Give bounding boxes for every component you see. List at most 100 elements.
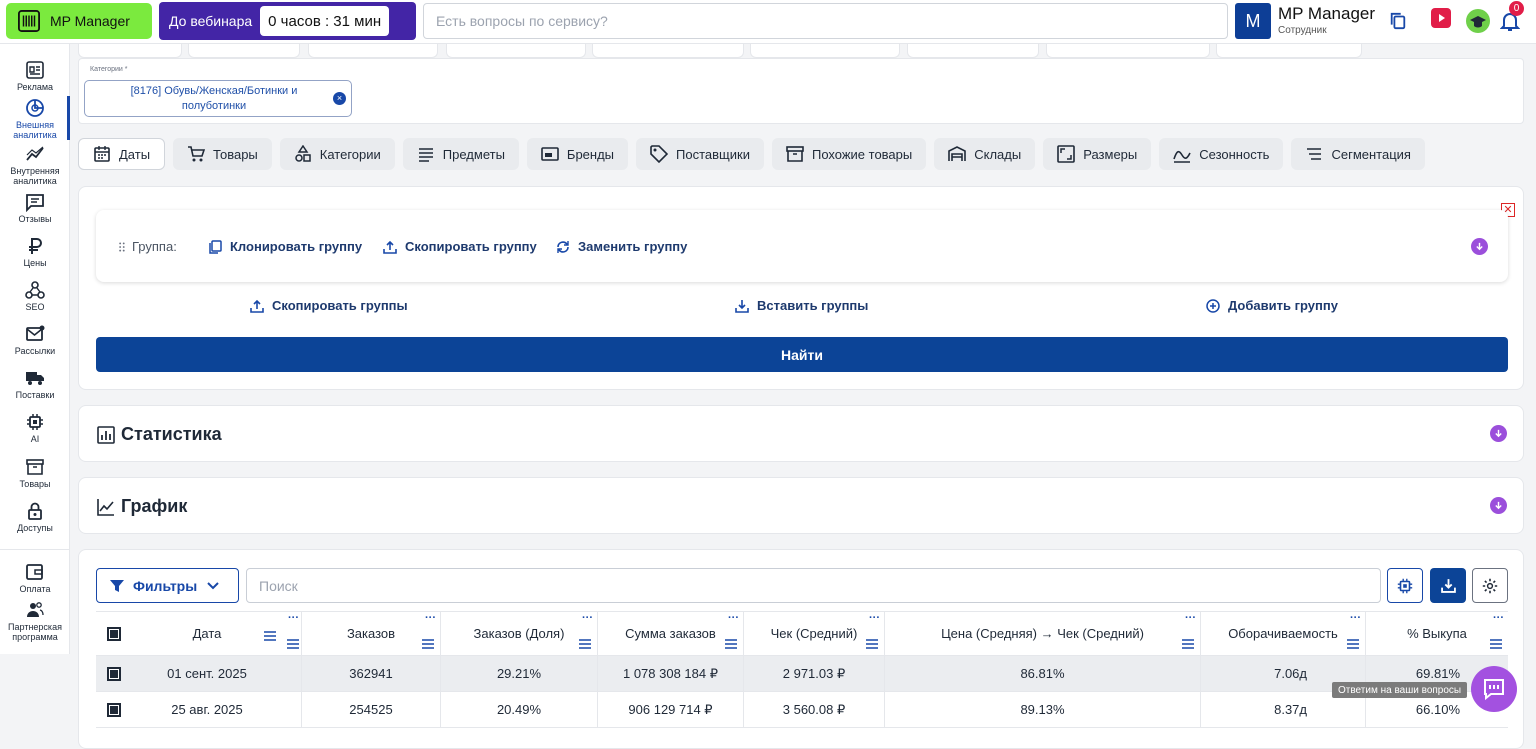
- menu-icon[interactable]: [1182, 639, 1194, 649]
- add-group-button[interactable]: Добавить группу: [1206, 298, 1338, 313]
- tab-suppliers[interactable]: Поставщики: [636, 138, 764, 170]
- video-icon[interactable]: [1430, 7, 1452, 29]
- table-row[interactable]: 25 авг. 2025 254525 20.49% 906 129 714 ₽…: [96, 692, 1508, 728]
- column-header-orders-sum[interactable]: Сумма заказов ···: [598, 612, 744, 655]
- help-search-input[interactable]: Есть вопросы по сервису?: [423, 3, 1228, 39]
- column-header-orders[interactable]: Заказов ···: [302, 612, 441, 655]
- tab-categories[interactable]: Категории: [279, 138, 395, 170]
- settings-button[interactable]: [1472, 568, 1508, 603]
- internal-analytics-icon: [26, 146, 44, 161]
- more-icon[interactable]: ···: [1350, 613, 1361, 624]
- menu-icon[interactable]: [579, 639, 591, 649]
- column-header-price-to-check[interactable]: Цена (Средняя) → Чек (Средний) ···: [885, 612, 1201, 655]
- menu-icon[interactable]: [264, 631, 276, 641]
- hidden-tab[interactable]: [188, 44, 300, 58]
- column-header-avg-check[interactable]: Чек (Средний) ···: [744, 612, 885, 655]
- cell-avg-check: 3 560.08 ₽: [744, 692, 885, 727]
- tab-label: Бренды: [566, 146, 615, 162]
- menu-icon[interactable]: [725, 639, 737, 649]
- sidebar-item-access[interactable]: Доступы: [0, 501, 70, 533]
- tab-similar-products[interactable]: Похожие товары: [771, 138, 927, 170]
- academy-icon[interactable]: [1465, 8, 1491, 34]
- row-checkbox[interactable]: [96, 656, 132, 691]
- menu-icon[interactable]: [287, 639, 299, 649]
- avatar[interactable]: M: [1235, 3, 1271, 39]
- hidden-tab[interactable]: [78, 44, 182, 58]
- tab-label: Размеры: [1083, 146, 1138, 162]
- chevron-down-icon[interactable]: [1490, 497, 1507, 514]
- tab-dates[interactable]: Даты: [78, 138, 166, 170]
- menu-icon[interactable]: [422, 639, 434, 649]
- sidebar-item-internal-analytics[interactable]: Внутренняя аналитика: [0, 144, 70, 186]
- tab-products[interactable]: Товары: [173, 138, 272, 170]
- group-label[interactable]: Группа:: [118, 239, 177, 254]
- sidebar-item-external-analytics[interactable]: Внешняя аналитика: [0, 98, 70, 140]
- paste-groups-button[interactable]: Вставить группы: [735, 298, 868, 313]
- logo-button[interactable]: MP Manager: [6, 3, 152, 39]
- menu-icon[interactable]: [1490, 639, 1502, 649]
- webinar-banner[interactable]: До вебинара 0 часов : 31 мин: [159, 2, 416, 40]
- menu-icon[interactable]: [1347, 639, 1359, 649]
- column-header-orders-share[interactable]: Заказов (Доля) ···: [441, 612, 598, 655]
- close-icon[interactable]: ×: [333, 92, 346, 105]
- more-icon[interactable]: ···: [728, 613, 739, 624]
- category-chip[interactable]: [8176] Обувь/Женская/Ботинки и полуботин…: [84, 80, 352, 117]
- hidden-tab[interactable]: [308, 44, 438, 58]
- table-search-input[interactable]: Поиск: [246, 568, 1381, 603]
- tab-segmentation[interactable]: Сегментация: [1291, 138, 1425, 170]
- hidden-tab[interactable]: [446, 44, 586, 58]
- clone-group-button[interactable]: Клонировать группу: [208, 239, 362, 254]
- sidebar-item-payment[interactable]: Оплата: [0, 562, 70, 594]
- tab-brands[interactable]: Бренды: [526, 138, 629, 170]
- row-checkbox[interactable]: [96, 692, 132, 727]
- hidden-tab[interactable]: [1046, 44, 1210, 58]
- select-all-checkbox[interactable]: [96, 612, 132, 655]
- copy-group-button[interactable]: Скопировать группу: [383, 239, 537, 254]
- copy-groups-button[interactable]: Скопировать группы: [250, 298, 408, 313]
- sidebar-item-reviews[interactable]: Отзывы: [0, 192, 70, 224]
- hidden-tab[interactable]: [750, 44, 900, 58]
- more-icon[interactable]: ···: [1493, 613, 1504, 624]
- more-icon[interactable]: ···: [425, 613, 436, 624]
- download-icon: [1440, 579, 1456, 593]
- sidebar-item-seo[interactable]: SEO: [0, 280, 70, 312]
- help-chat-button[interactable]: [1471, 666, 1517, 712]
- more-icon[interactable]: ···: [869, 613, 880, 624]
- export-button[interactable]: [1430, 568, 1466, 603]
- drag-handle-icon[interactable]: [118, 240, 128, 254]
- statistics-section[interactable]: [78, 405, 1524, 462]
- sidebar-item-products[interactable]: Товары: [0, 457, 70, 489]
- more-icon[interactable]: ···: [288, 613, 299, 624]
- menu-icon[interactable]: [866, 639, 878, 649]
- hidden-tab[interactable]: [907, 44, 1039, 58]
- column-header-date[interactable]: Дата: [132, 612, 282, 655]
- tab-warehouses[interactable]: Склады: [934, 138, 1036, 170]
- sidebar-item-partners[interactable]: Партнерская программа: [0, 600, 70, 642]
- ai-button[interactable]: [1387, 568, 1423, 603]
- sidebar-item-mailing[interactable]: Рассылки: [0, 324, 70, 356]
- column-header-buyout[interactable]: % Выкупа ···: [1366, 612, 1508, 655]
- sidebar-item-ads[interactable]: Реклама: [0, 60, 70, 92]
- chart-section[interactable]: [78, 477, 1524, 534]
- table-row[interactable]: 01 сент. 2025 362941 29.21% 1 078 308 18…: [96, 656, 1508, 692]
- chevron-down-icon[interactable]: [1490, 425, 1507, 442]
- hidden-tab[interactable]: [1216, 44, 1362, 58]
- more-icon[interactable]: ···: [1185, 613, 1196, 624]
- more-icon[interactable]: ···: [582, 613, 593, 624]
- copy-icon[interactable]: [1389, 11, 1407, 31]
- tab-seasonality[interactable]: Сезонность: [1159, 138, 1284, 170]
- replace-group-button[interactable]: Заменить группу: [556, 239, 687, 254]
- column-header-turnover[interactable]: Оборачиваемость ···: [1201, 612, 1366, 655]
- sidebar-item-label: Товары: [19, 479, 51, 489]
- sidebar-item-prices[interactable]: Цены: [0, 236, 70, 268]
- tab-subjects[interactable]: Предметы: [402, 138, 519, 170]
- chevron-down-icon[interactable]: [1471, 238, 1488, 255]
- filters-button[interactable]: Фильтры: [96, 568, 239, 603]
- tab-sizes[interactable]: Размеры: [1043, 138, 1152, 170]
- hidden-tab[interactable]: [592, 44, 744, 58]
- sidebar-item-ai[interactable]: AI: [0, 412, 70, 444]
- sidebar-item-supplies[interactable]: Поставки: [0, 368, 70, 400]
- account-name[interactable]: MP Manager: [1278, 4, 1375, 24]
- cell-avg-check: 2 971.03 ₽: [744, 656, 885, 691]
- find-button[interactable]: Найти: [96, 337, 1508, 372]
